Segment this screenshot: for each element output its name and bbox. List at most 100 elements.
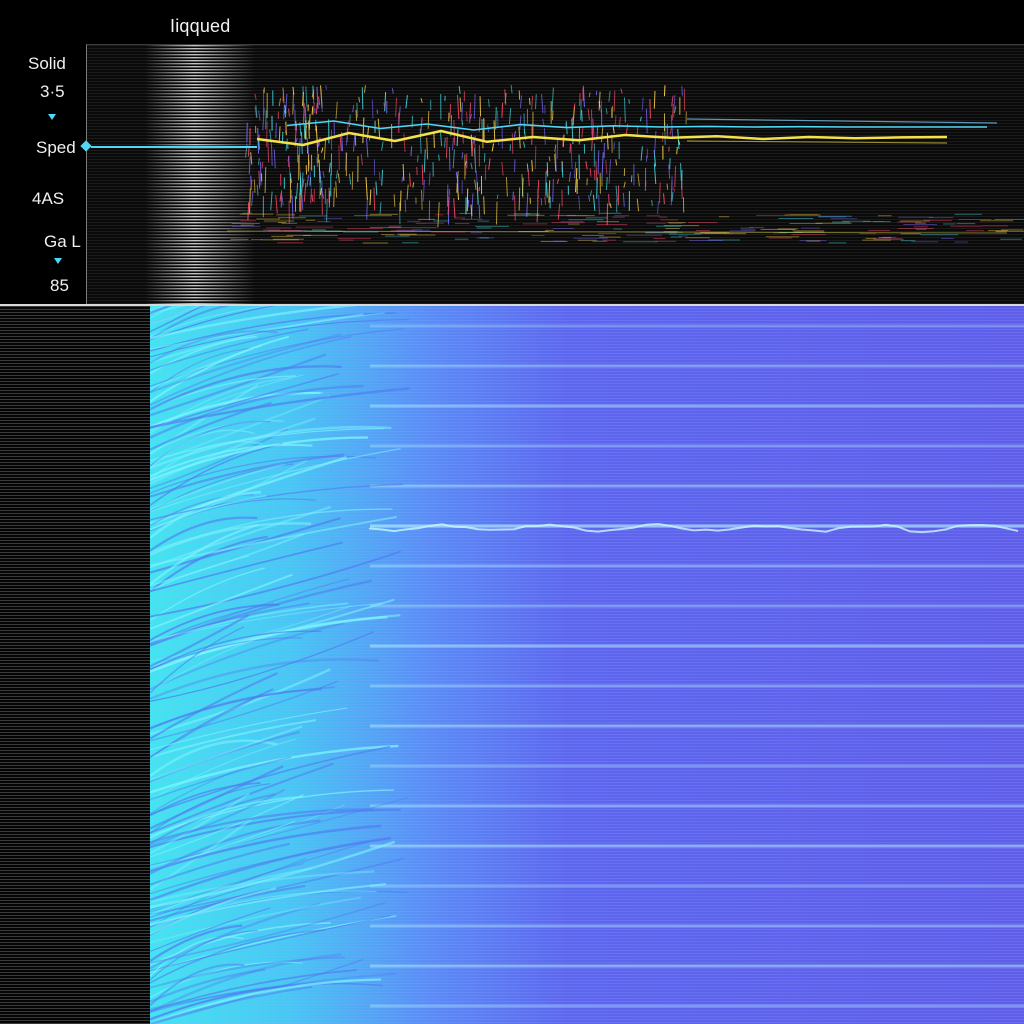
glow-line [145, 177, 255, 179]
noise-mark [556, 178, 560, 184]
noise-mark [596, 125, 599, 139]
noise-mark [339, 135, 342, 151]
noise-mark [548, 156, 551, 162]
noise-mark [501, 102, 504, 118]
noise-mark [614, 115, 617, 125]
glow-line [145, 261, 255, 263]
glow-line [145, 300, 255, 302]
noise-mark [303, 182, 307, 202]
glow-line [145, 255, 255, 257]
noise-mark [592, 194, 596, 211]
noise-mark [420, 97, 423, 103]
heatmap-streak [150, 614, 401, 673]
noise-mark [258, 170, 261, 189]
glow-band [145, 45, 255, 305]
noise-mark [491, 143, 495, 152]
noise-mark [543, 128, 546, 145]
glow-line [145, 96, 255, 98]
glow-line [145, 105, 255, 107]
noise-mark [273, 149, 276, 169]
noise-mark [366, 138, 369, 158]
noise-mark [285, 138, 288, 152]
noise-mark [514, 195, 516, 221]
heatmap-band [370, 884, 1024, 888]
noise-mark [366, 199, 368, 220]
noise-mark [395, 97, 398, 117]
noise-mark [281, 196, 284, 206]
glow-line [145, 174, 255, 176]
noise-mark [640, 146, 643, 161]
glow-line [145, 156, 255, 158]
noise-mark [459, 97, 462, 112]
noise-mark [581, 110, 583, 122]
noise-mark [335, 181, 338, 198]
glow-line [145, 69, 255, 71]
noise-mark [449, 103, 452, 119]
glow-line [145, 93, 255, 95]
glow-line [145, 240, 255, 242]
noise-mark [476, 182, 479, 205]
noise-mark [278, 126, 281, 142]
noise-mark [681, 86, 683, 96]
noise-mark [587, 108, 590, 120]
noise-mark [575, 168, 578, 193]
glow-line [145, 189, 255, 191]
noise-mark [531, 95, 534, 110]
noise-mark [318, 96, 320, 105]
noise-mark [283, 104, 285, 120]
heatmap-band [370, 764, 1024, 768]
heatmap-band [370, 924, 1024, 928]
noise-mark [495, 106, 497, 130]
noise-mark [378, 171, 381, 181]
noise-mark [495, 201, 498, 225]
glow-line [145, 279, 255, 281]
noise-mark [658, 182, 661, 204]
noise-mark [362, 117, 365, 144]
noise-mark [403, 133, 406, 152]
heatmap-band [370, 1004, 1024, 1008]
heatmap-bands [370, 324, 1024, 1008]
noise-mark [467, 199, 470, 208]
noise-mark [546, 162, 549, 177]
noise-mark [622, 192, 625, 207]
noise-mark [580, 99, 582, 120]
noise-mark [298, 138, 301, 164]
noise-mark [606, 132, 609, 150]
noise-mark [301, 131, 303, 155]
glow-line [145, 204, 255, 206]
heatmap-band [370, 964, 1024, 968]
noise-mark [676, 146, 678, 155]
noise-mark [651, 199, 653, 206]
glow-line [145, 90, 255, 92]
noise-mark [671, 175, 673, 202]
noise-mark [534, 145, 537, 170]
noise-mark [312, 102, 315, 116]
glow-line [145, 264, 255, 266]
noise-mark [613, 90, 616, 112]
y-tick-label-gal: Ga L [44, 232, 81, 251]
noise-mark [645, 108, 648, 134]
noise-mark [420, 117, 423, 135]
noise-mark [258, 110, 261, 121]
glow-line [145, 75, 255, 77]
noise-mark [636, 198, 640, 212]
glow-line [145, 60, 255, 62]
noise-mark [657, 201, 659, 215]
noise-mark [457, 94, 460, 120]
glow-line [145, 84, 255, 86]
noise-mark [637, 173, 640, 187]
glow-line [145, 48, 255, 50]
noise-mark [663, 85, 666, 97]
noise-mark [540, 198, 543, 206]
noise-mark [405, 95, 408, 109]
noise-mark [310, 188, 313, 204]
noise-mark [469, 102, 472, 124]
noise-mark [423, 149, 426, 173]
noise-mark [335, 169, 339, 179]
noise-mark [663, 193, 665, 205]
noise-mark [596, 177, 598, 199]
noise-mark [402, 163, 405, 181]
glow-line [145, 111, 255, 113]
glow-line [145, 288, 255, 290]
heatmap-streaks [150, 306, 410, 1024]
